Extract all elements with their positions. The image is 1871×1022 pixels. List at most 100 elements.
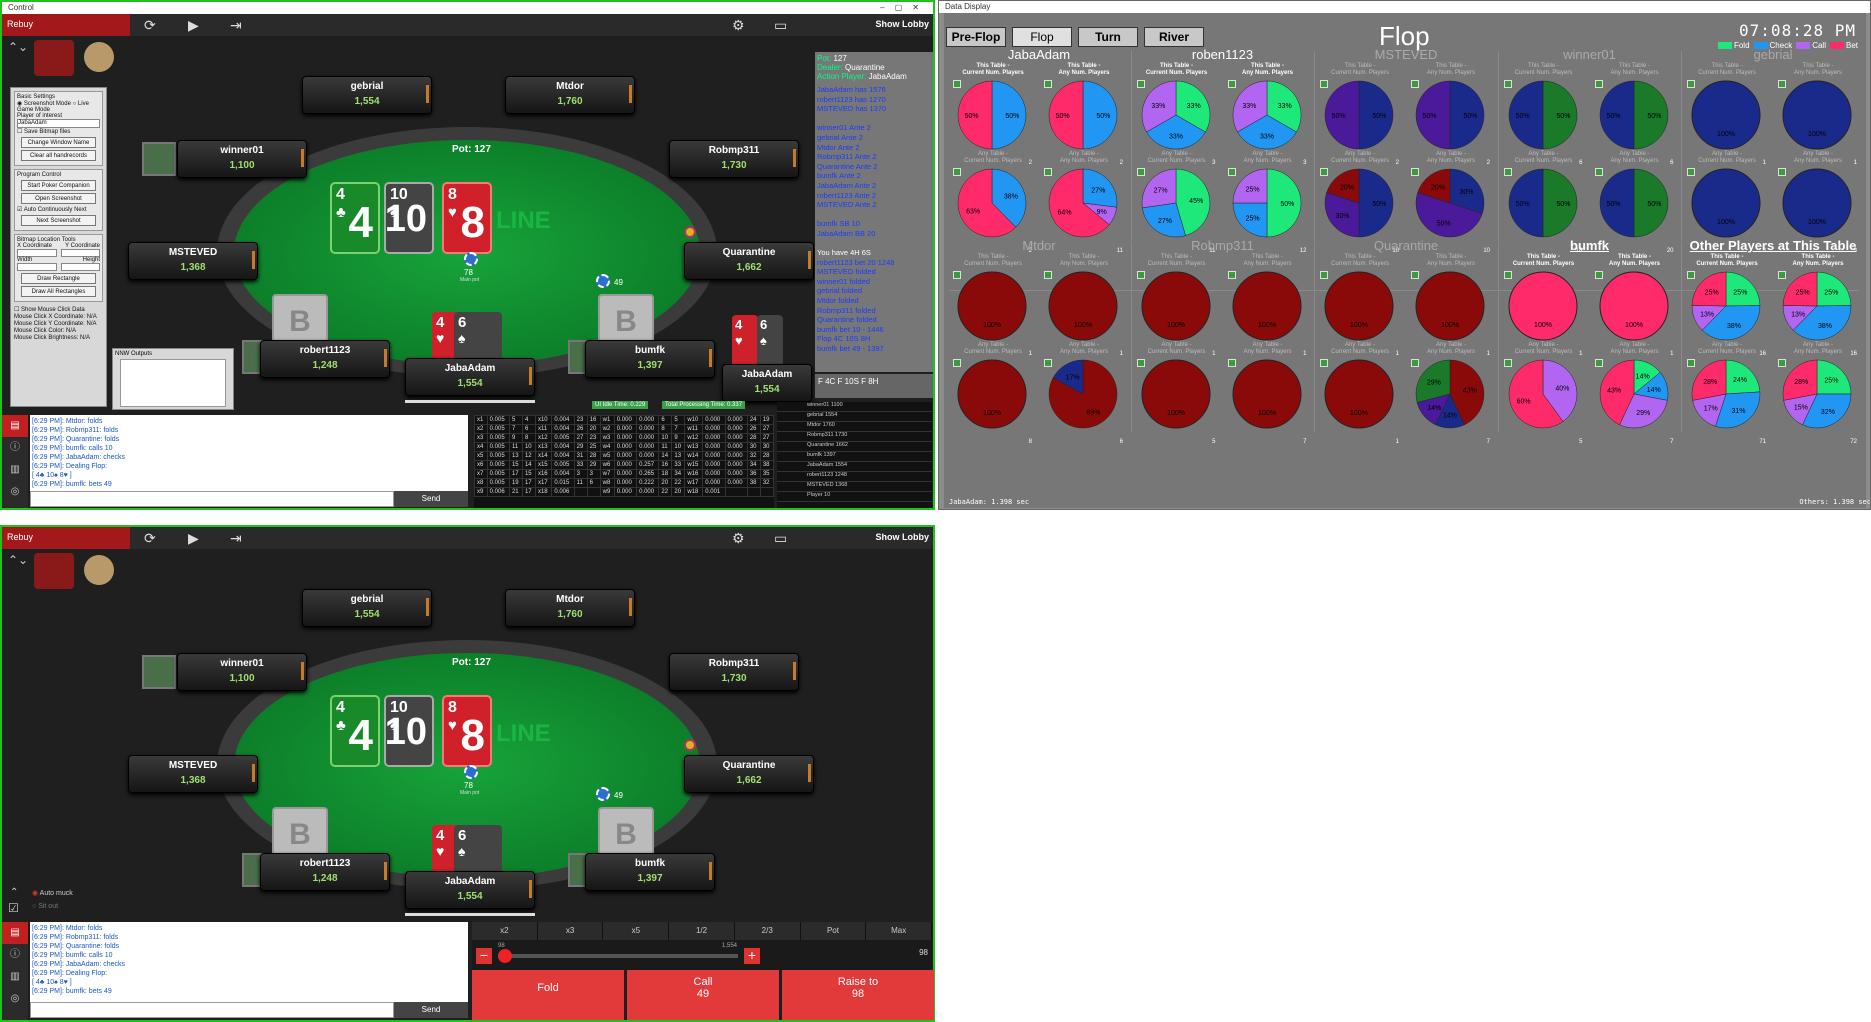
bet-preset-button[interactable]: Pot bbox=[801, 922, 867, 940]
pie-label: Any Table - Current Num. Players bbox=[1147, 342, 1206, 355]
gear-icon[interactable]: ⚙ bbox=[732, 17, 745, 34]
bet-preset-button[interactable]: x2 bbox=[472, 922, 538, 940]
expand-icon[interactable]: ⌃⌄ bbox=[8, 40, 28, 54]
auto-continue-checkbox[interactable]: ☑ Auto Continuously Next bbox=[17, 206, 100, 213]
play-icon[interactable]: ▶ bbox=[188, 530, 199, 547]
layout-icon[interactable]: ▭ bbox=[774, 530, 787, 547]
width-input[interactable] bbox=[17, 263, 57, 271]
seat-bumfk[interactable]: bumfk 1,397 bbox=[585, 340, 715, 378]
poi-input[interactable]: JabaAdam bbox=[17, 119, 100, 128]
y-input[interactable] bbox=[60, 249, 100, 257]
seat-robmp311[interactable]: Robmp311 1,730 bbox=[669, 653, 799, 691]
tab-turn[interactable]: Turn bbox=[1078, 27, 1138, 47]
window-controls[interactable]: –▢✕ bbox=[880, 2, 929, 14]
save-bitmap-checkbox[interactable]: ☐ Save Bitmap files bbox=[17, 128, 100, 135]
info-icon[interactable]: ⓘ bbox=[2, 944, 28, 966]
call-button[interactable]: Call 49 bbox=[627, 970, 779, 1020]
change-window-button[interactable]: Change Window Name bbox=[21, 137, 96, 148]
scroll-up-icon[interactable]: ⌃ bbox=[10, 887, 18, 898]
show-mouse-checkbox[interactable]: ☐ Show Mouse Click Data bbox=[14, 307, 103, 314]
chat-input[interactable] bbox=[30, 1002, 394, 1018]
grid-cell: x3 bbox=[474, 433, 488, 443]
screenshot-mode-radio[interactable]: ◉ Screenshot Mode ○ Live Game Mode bbox=[17, 100, 100, 113]
bet-amount-input[interactable]: 98 bbox=[919, 948, 928, 957]
seat-mtdor[interactable]: Mtdor 1,760 bbox=[505, 76, 635, 114]
bet-preset-button[interactable]: Max bbox=[866, 922, 933, 940]
seat-msteved[interactable]: MSTEVED 1,368 bbox=[128, 755, 258, 793]
send-button[interactable]: Send bbox=[394, 491, 468, 507]
seat-quarantine[interactable]: Quarantine 1,662 bbox=[684, 242, 814, 280]
sit-out-toggle[interactable]: ○ Sit out bbox=[32, 903, 58, 910]
increase-bet-button[interactable]: + bbox=[744, 948, 760, 964]
seat-jabaadam[interactable]: JabaAdam 1,554 bbox=[405, 871, 535, 909]
show-lobby-button[interactable]: Show Lobby bbox=[876, 19, 930, 29]
seat-robmp311[interactable]: Robmp311 1,730 bbox=[669, 140, 799, 178]
checkbox-icon[interactable]: ☑ bbox=[8, 901, 19, 915]
bet-preset-button[interactable]: 2/3 bbox=[735, 922, 801, 940]
seat-bumfk[interactable]: bumfk 1,397 bbox=[585, 853, 715, 891]
seat-mtdor[interactable]: Mtdor 1,760 bbox=[505, 589, 635, 627]
settings-icon[interactable]: ◎ bbox=[2, 988, 28, 1010]
seat-robert1123[interactable]: robert1123 1,248 bbox=[260, 853, 390, 891]
pie-slice bbox=[1324, 271, 1394, 341]
seat-msteved[interactable]: MSTEVED 1,368 bbox=[128, 242, 258, 280]
seat-gebrial[interactable]: gebrial 1,554 bbox=[302, 589, 432, 627]
chat-icon[interactable]: ▤ bbox=[2, 922, 28, 944]
settings-icon[interactable]: ◎ bbox=[2, 481, 28, 503]
rebuy-button[interactable]: Rebuy bbox=[2, 14, 130, 36]
seat-quarantine[interactable]: Quarantine 1,662 bbox=[684, 755, 814, 793]
exit-icon[interactable]: ⇥ bbox=[230, 17, 242, 34]
show-lobby-button[interactable]: Show Lobby bbox=[876, 532, 930, 542]
status-bar: JabaAdam: 1.398 sec Others: 1.398 sec bbox=[949, 498, 1870, 506]
chat-input[interactable] bbox=[30, 491, 394, 507]
expand-icon[interactable]: ⌃⌄ bbox=[8, 553, 28, 567]
board-info: F 4C F 10S F 8H bbox=[815, 374, 933, 398]
exit-icon[interactable]: ⇥ bbox=[230, 530, 242, 547]
bet-slider-handle[interactable] bbox=[498, 949, 512, 963]
start-poker-button[interactable]: Start Poker Companion bbox=[21, 180, 96, 191]
seat-winner01[interactable]: winner01 1,100 bbox=[177, 140, 307, 178]
bet-slider-track[interactable] bbox=[498, 954, 738, 958]
tab-flop[interactable]: Flop bbox=[1012, 27, 1072, 47]
stats-icon[interactable]: ▥ bbox=[2, 966, 28, 988]
grid-cell: x14 bbox=[534, 451, 553, 461]
height-input[interactable] bbox=[60, 263, 100, 271]
bet-preset-button[interactable]: x3 bbox=[538, 922, 604, 940]
pie-pct-label: 27% bbox=[1157, 218, 1171, 225]
tab-preflop[interactable]: Pre-Flop bbox=[946, 27, 1006, 47]
seat-robert1123[interactable]: robert1123 1,248 bbox=[260, 340, 390, 378]
refresh-icon[interactable]: ⟳ bbox=[144, 530, 156, 547]
next-screenshot-button[interactable]: Next Screenshot bbox=[21, 215, 96, 226]
raise-button[interactable]: Raise to 98 bbox=[782, 970, 934, 1020]
chat-icon[interactable]: ▤ bbox=[2, 415, 28, 437]
clear-handrecs-button[interactable]: Clear all handrecords bbox=[21, 150, 96, 161]
seat-winner01[interactable]: winner01 1,100 bbox=[177, 653, 307, 691]
refresh-icon[interactable]: ⟳ bbox=[144, 17, 156, 34]
pie-pct-label: 13% bbox=[1791, 312, 1805, 319]
history-line: JabaAdam Ante 2 bbox=[817, 180, 877, 190]
fold-button[interactable]: Fold bbox=[472, 970, 624, 1020]
decrease-bet-button[interactable]: − bbox=[476, 948, 492, 964]
bet-preset-button[interactable]: 1/2 bbox=[669, 922, 735, 940]
control-window: Control –▢✕ Rebuy ⟳ ▶ ⇥ ⚙ ▭ Show Lobby ⌃⌄… bbox=[0, 0, 935, 510]
x-input[interactable] bbox=[17, 249, 57, 257]
bet-preset-button[interactable]: x5 bbox=[603, 922, 670, 940]
hand-info-panel: Pot: 127 Dealer: Quarantine Action Playe… bbox=[815, 52, 933, 372]
info-icon[interactable]: ⓘ bbox=[2, 437, 28, 459]
draw-all-button[interactable]: Draw All Rectangles bbox=[21, 286, 96, 297]
pie-cell: Any Table - Any Num. Players 25% 32% 15% 28% 7… bbox=[1774, 342, 1862, 447]
gear-icon[interactable]: ⚙ bbox=[732, 530, 745, 547]
draw-rect-button[interactable]: Draw Rectangle bbox=[21, 273, 96, 284]
send-button[interactable]: Send bbox=[394, 1002, 468, 1018]
open-screenshot-button[interactable]: Open Screenshot bbox=[21, 193, 96, 204]
player-stack-row: Player 10 bbox=[777, 492, 932, 502]
seat-gebrial[interactable]: gebrial 1,554 bbox=[302, 76, 432, 114]
play-icon[interactable]: ▶ bbox=[188, 17, 199, 34]
tab-river[interactable]: River bbox=[1144, 27, 1204, 47]
layout-icon[interactable]: ▭ bbox=[774, 17, 787, 34]
auto-muck-toggle[interactable]: ◉ Auto muck bbox=[32, 889, 73, 897]
rebuy-button[interactable]: Rebuy bbox=[2, 527, 130, 549]
seat-jabaadam[interactable]: JabaAdam 1,554 bbox=[405, 358, 535, 396]
grid-cell: 28 bbox=[586, 451, 601, 461]
stats-icon[interactable]: ▥ bbox=[2, 459, 28, 481]
